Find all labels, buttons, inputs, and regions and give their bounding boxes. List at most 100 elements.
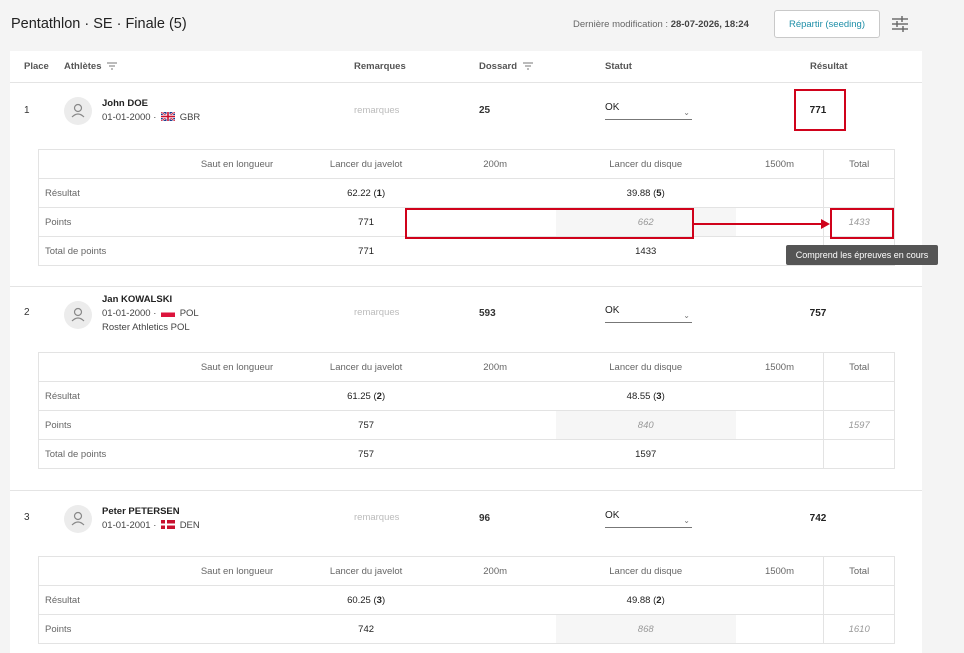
chevron-down-icon: ⌄: [683, 108, 690, 117]
row-label: Total de points: [38, 236, 177, 266]
filter-icon[interactable]: [522, 62, 533, 70]
javelin-result-cell: 61.25 (2): [297, 381, 435, 411]
header-label-cell: [38, 149, 177, 179]
row-label: Points: [38, 614, 177, 644]
row-label: Points: [38, 207, 177, 237]
tooltip: Comprend les épreuves en cours: [786, 245, 938, 265]
cell-empty: [434, 410, 556, 440]
cell-empty: [823, 178, 895, 208]
event-header-row: Saut en longueur Lancer du javelot 200m …: [38, 352, 895, 382]
cell-empty: [434, 178, 556, 208]
col-athletes[interactable]: Athlètes: [64, 61, 118, 72]
remarks-field[interactable]: remarques: [354, 105, 399, 116]
athlete-name[interactable]: Peter PETERSEN: [102, 506, 180, 517]
row-divider: [10, 286, 922, 287]
header-label-cell: [38, 556, 177, 586]
seeding-button[interactable]: Répartir (seeding): [774, 10, 880, 38]
event-total: Total: [823, 149, 895, 179]
cell-empty: [176, 207, 298, 237]
javelin-points: 757: [297, 410, 435, 440]
cell-empty: [735, 614, 824, 644]
cell-empty: [176, 439, 298, 469]
uk-flag-icon: [161, 112, 176, 121]
status-value: OK: [605, 305, 620, 316]
header-label-cell: [38, 352, 177, 382]
remarks-field[interactable]: remarques: [354, 307, 399, 318]
annotation-arrow: [694, 223, 822, 225]
status-select[interactable]: OK ⌄: [605, 510, 692, 528]
athlete-country: GBR: [179, 112, 201, 123]
avatar: [64, 97, 92, 125]
event-1500m: 1500m: [735, 556, 824, 586]
points-total: 1610: [823, 614, 895, 644]
status-value: OK: [605, 102, 620, 113]
bib-number: 96: [479, 513, 491, 524]
col-remarks: Remarques: [354, 61, 406, 72]
col-athletes-label: Athlètes: [64, 61, 102, 72]
discus-points: 840: [555, 410, 736, 440]
discus-result-cell: 49.88 (2): [555, 585, 736, 615]
javelin-rank: 3: [376, 594, 382, 606]
event-javelin: Lancer du javelot: [297, 352, 435, 382]
row-label: Points: [38, 410, 177, 440]
event-discus: Lancer du disque: [555, 556, 736, 586]
points-total: 1597: [823, 410, 895, 440]
cell-empty: [735, 439, 824, 469]
javelin-total: 757: [297, 439, 435, 469]
cell-empty: [176, 410, 298, 440]
discus-result-cell: 39.88 (5): [555, 178, 736, 208]
page-title: Pentathlon · SE · Finale (5): [11, 16, 187, 32]
event-javelin: Lancer du javelot: [297, 149, 435, 179]
athlete-info: 01-01-2000 · POL: [102, 308, 199, 319]
cell-empty: [434, 614, 556, 644]
event-javelin: Lancer du javelot: [297, 556, 435, 586]
event-1500m: 1500m: [735, 149, 824, 179]
status-select[interactable]: OK ⌄: [605, 305, 692, 323]
status-value: OK: [605, 510, 620, 521]
cell-empty: [176, 236, 298, 266]
col-bib[interactable]: Dossard: [479, 61, 533, 72]
cell-empty: [176, 585, 298, 615]
discus-total: 1433: [555, 236, 736, 266]
total-points-row: Total de points 771 1433: [38, 236, 895, 266]
javelin-total: 771: [297, 236, 435, 266]
place: 1: [24, 105, 30, 116]
event-total: Total: [823, 556, 895, 586]
event-breakdown-table: Saut en longueur Lancer du javelot 200m …: [38, 556, 895, 644]
event-header-row: Saut en longueur Lancer du javelot 200m …: [38, 556, 895, 586]
cell-empty: [735, 585, 824, 615]
status-select[interactable]: OK ⌄: [605, 102, 692, 120]
cell-empty: [823, 585, 895, 615]
filter-icon[interactable]: [107, 62, 118, 70]
javelin-points: 742: [297, 614, 435, 644]
event-discus: Lancer du disque: [555, 352, 736, 382]
remarks-field[interactable]: remarques: [354, 512, 399, 523]
col-result: Résultat: [810, 61, 848, 72]
place: 3: [24, 512, 30, 523]
discus-total: 1597: [555, 439, 736, 469]
page-header: Pentathlon · SE · Finale (5) Dernière mo…: [0, 0, 964, 50]
athlete-name[interactable]: Jan KOWALSKI: [102, 294, 172, 305]
cell-empty: [434, 439, 556, 469]
row-label: Résultat: [38, 178, 177, 208]
event-total: Total: [823, 352, 895, 382]
javelin-rank: 1: [376, 187, 382, 199]
discus-result: 39.88: [626, 187, 651, 199]
athlete-result: 742: [809, 513, 827, 524]
event-long-jump: Saut en longueur: [176, 149, 298, 179]
last-modified-value: 28-07-2026, 18:24: [670, 19, 749, 30]
sliders-icon[interactable]: [890, 14, 910, 34]
bib-number: 593: [479, 308, 496, 319]
result-row: Résultat 62.22 (1) 39.88 (5): [38, 178, 895, 208]
athlete-club: Roster Athletics POL: [102, 322, 190, 333]
cell-empty: [823, 439, 895, 469]
athlete-country: DEN: [179, 520, 200, 531]
result-highlight-box: [794, 89, 846, 131]
last-modified: Dernière modification : 28-07-2026, 18:2…: [573, 19, 749, 30]
row-label: Résultat: [38, 381, 177, 411]
discus-result-cell: 48.55 (3): [555, 381, 736, 411]
cell-empty: [176, 614, 298, 644]
row-label: Total de points: [38, 439, 177, 469]
cell-empty: [823, 381, 895, 411]
athlete-name[interactable]: John DOE: [102, 98, 148, 109]
